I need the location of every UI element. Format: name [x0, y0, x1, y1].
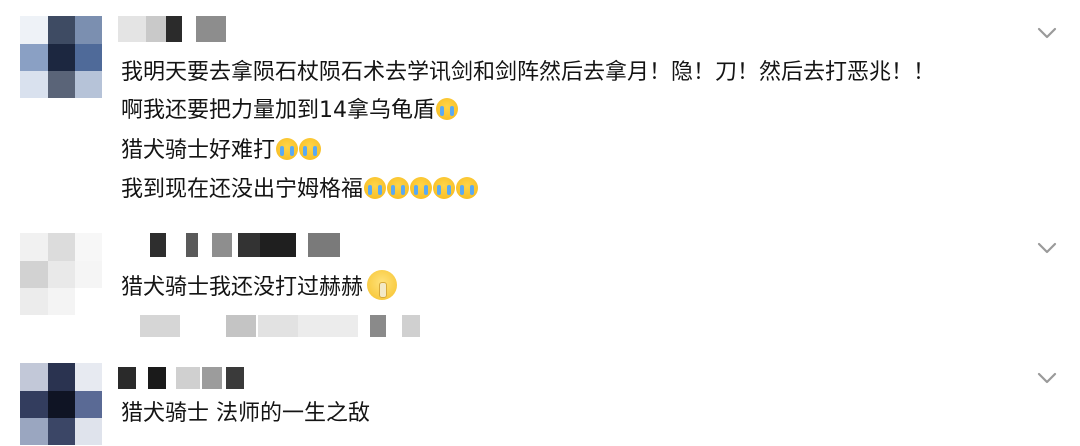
- comment-text-line: 啊我还要把力量加到14拿乌龟盾: [121, 96, 458, 126]
- loudly-crying-emoji-icon: [364, 177, 387, 199]
- comment-text: 我到现在还没出宁姆格福: [121, 177, 364, 202]
- chevron-down-icon[interactable]: [1032, 233, 1062, 263]
- shushing-face-emoji-icon: [367, 270, 398, 300]
- username[interactable]: [118, 16, 238, 46]
- comment-text: 猎犬骑士好难打: [121, 138, 276, 163]
- avatar[interactable]: [20, 363, 102, 445]
- comment-text-line: 猎犬骑士 法师的一生之敌: [121, 399, 370, 429]
- loudly-crying-emoji-icon: [410, 177, 433, 199]
- chevron-down-icon[interactable]: [1032, 18, 1062, 48]
- comment-item: 猎犬骑士 法师的一生之敌: [0, 355, 1080, 446]
- comment-text-line: 猎犬骑士好难打: [121, 136, 322, 166]
- username[interactable]: [118, 367, 248, 397]
- loudly-crying-emoji-icon: [456, 177, 479, 199]
- avatar[interactable]: [20, 233, 102, 315]
- comment-item: 猎犬骑士我还没打过赫赫: [0, 225, 1080, 350]
- comment-text-line: 我到现在还没出宁姆格福: [121, 175, 479, 205]
- loudly-crying-emoji-icon: [387, 177, 410, 199]
- loudly-crying-emoji-icon: [433, 177, 456, 199]
- loudly-crying-emoji-icon: [299, 138, 322, 160]
- comment-text: 我明天要去拿陨石杖陨石术去学讯剑和剑阵然后去拿月！隐！刀！然后去打恶兆！！: [121, 60, 936, 85]
- comment-text: 猎犬骑士我还没打过赫赫: [121, 275, 364, 300]
- loudly-crying-emoji-icon: [436, 98, 458, 120]
- comment-item: 我明天要去拿陨石杖陨石术去学讯剑和剑阵然后去拿月！隐！刀！然后去打恶兆！！ 啊我…: [0, 0, 1080, 225]
- comment-text-line: 猎犬骑士我还没打过赫赫: [121, 270, 398, 303]
- comment-text-line: 我明天要去拿陨石杖陨石术去学讯剑和剑阵然后去拿月！隐！刀！然后去打恶兆！！: [121, 58, 935, 88]
- username[interactable]: [130, 233, 345, 263]
- comment-text: 啊我还要把力量加到14拿乌龟盾: [121, 98, 435, 123]
- loudly-crying-emoji-icon: [276, 138, 299, 160]
- comment-meta: [130, 315, 430, 339]
- chevron-down-icon[interactable]: [1032, 363, 1062, 393]
- avatar[interactable]: [20, 16, 102, 98]
- comment-text: 猎犬骑士 法师的一生之敌: [121, 401, 370, 426]
